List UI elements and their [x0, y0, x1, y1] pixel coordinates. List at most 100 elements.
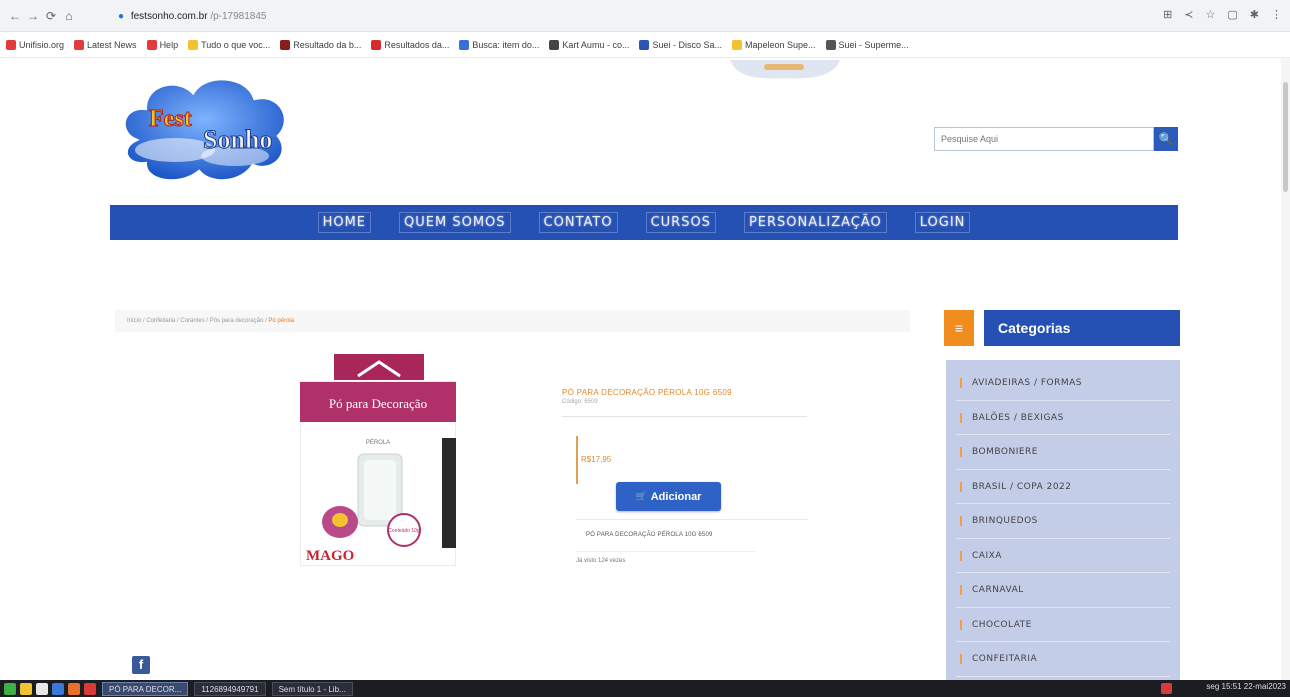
product-image-weight: Conteúdo 10g	[388, 528, 420, 534]
button-divider	[576, 519, 808, 520]
bookmark-favicon-icon	[280, 39, 291, 50]
taskbar-task[interactable]: PÓ PARA DECOR...	[102, 681, 189, 696]
bookmark-favicon-icon	[74, 39, 85, 50]
categories-menu-icon[interactable]: ≡	[944, 310, 974, 346]
bookmark-item[interactable]: Tudo o que voc...	[188, 39, 271, 50]
lock-icon: ●	[118, 11, 125, 22]
bookmark-favicon-icon	[825, 39, 836, 50]
main-navigation: HOME QUEM SOMOS CONTATO CURSOS PERSONALIZAÇÃ…	[110, 205, 1178, 240]
bookmark-label: Mapeleon Supe...	[744, 39, 816, 50]
page-scrollbar[interactable]	[1281, 58, 1290, 680]
logo-text-fest: Fest	[149, 106, 192, 132]
taskbar-clock[interactable]: seg 15:51 22-mai2023	[1206, 682, 1286, 691]
category-item[interactable]: CONFEITARIA	[956, 642, 1170, 677]
category-item[interactable]: CAIXA	[956, 539, 1170, 573]
bookmark-item[interactable]: Mapeleon Supe...	[731, 39, 816, 50]
bookmark-label: Resultado da b...	[293, 39, 362, 50]
bookmark-item[interactable]: Latest News	[74, 39, 137, 50]
site-search: 🔍	[934, 127, 1180, 151]
product-image-brand: MAGO	[306, 548, 354, 564]
category-item[interactable]: BOMBONIERE	[956, 435, 1170, 470]
top-banner-cloud	[730, 60, 840, 79]
home-icon[interactable]: ⌂	[62, 9, 76, 23]
bookmark-label: Busca: item do...	[472, 39, 540, 50]
bookmark-favicon-icon	[639, 39, 650, 50]
bookmark-item[interactable]: Kart Aumu - co...	[549, 39, 630, 50]
bookmark-item[interactable]: Busca: item do...	[459, 39, 540, 50]
search-button[interactable]: 🔍	[1154, 127, 1178, 151]
breadcrumb-path[interactable]: Início / Confeitaria / Corantes / Pós pa…	[127, 318, 267, 324]
category-item[interactable]: BRASIL / COPA 2022	[956, 470, 1170, 504]
nav-item-1[interactable]: QUEM SOMOS	[399, 212, 511, 233]
nav-item-0[interactable]: HOME	[317, 212, 372, 233]
product-code: Código: 6509	[562, 399, 598, 405]
facebook-icon[interactable]: f	[132, 656, 150, 674]
add-to-cart-button[interactable]: 🛒 Adicionar	[616, 482, 721, 511]
browser-app-icon[interactable]	[52, 682, 64, 695]
logo-text-sonho: Sonho	[203, 125, 272, 154]
product-title: PÓ PARA DECORAÇÃO PÉROLA 10G 6509	[562, 388, 732, 397]
bookmark-favicon-icon	[731, 39, 742, 50]
bookmark-item[interactable]: Resultado da b...	[280, 39, 362, 50]
bookmark-favicon-icon	[146, 39, 157, 50]
back-icon[interactable]: ←	[8, 9, 22, 23]
scrollbar-thumb[interactable]	[1283, 82, 1288, 192]
category-item[interactable]: CARNAVAL	[956, 573, 1170, 608]
bookmark-label: Tudo o que voc...	[201, 39, 271, 50]
categories-list: AVIADEIRAS / FORMAS BALÕES / BEXIGAS BOMBO…	[946, 360, 1180, 690]
category-item[interactable]: BALÕES / BEXIGAS	[956, 401, 1170, 435]
bookmark-label: Resultados da...	[384, 39, 450, 50]
os-taskbar: PÓ PARA DECOR... 1126894949791 Sem título …	[0, 680, 1290, 697]
bookmark-item[interactable]: Suei - Superme...	[825, 39, 909, 50]
festsonho-logo[interactable]: Fest Sonho	[115, 70, 293, 188]
category-item[interactable]: CHOCOLATE	[956, 608, 1170, 642]
bookmark-favicon-icon	[188, 39, 199, 50]
nav-item-4[interactable]: PERSONALIZAÇÃO	[743, 212, 887, 233]
bookmark-item[interactable]: Help	[146, 39, 179, 50]
cart-icon: 🛒	[635, 491, 647, 501]
forward-icon[interactable]: →	[26, 9, 40, 23]
tray-icon[interactable]	[1161, 683, 1172, 694]
address-bar[interactable]: ● festsonho.com.br /p-17981845	[118, 8, 1118, 25]
nav-item-5[interactable]: LOGIN	[914, 212, 971, 233]
bookmark-label: Suei - Disco Sa...	[652, 39, 722, 50]
product-description: PÓ PARA DECORAÇÃO PÉROLA 10G 6509	[586, 532, 713, 538]
breadcrumb-current: Pó pérola	[268, 318, 295, 324]
bookmark-label: Unifisio.org	[19, 39, 65, 50]
categories-title: Categorias	[984, 310, 1180, 346]
title-divider	[562, 416, 807, 417]
bookmark-item[interactable]: Resultados da...	[371, 39, 450, 50]
category-item[interactable]: BRINQUEDOS	[956, 504, 1170, 539]
bookmark-item[interactable]: Unifisio.org	[6, 39, 65, 50]
bookmark-star-icon[interactable]: ☆	[1206, 8, 1216, 25]
bookmark-label: Kart Aumu - co...	[562, 39, 630, 50]
taskbar-task[interactable]: 1126894949791	[194, 681, 266, 696]
taskbar-task[interactable]: Sem título 1 - Lib...	[271, 681, 353, 696]
tab-search-icon[interactable]: ▢	[1227, 8, 1237, 25]
nav-item-3[interactable]: CURSOS	[645, 212, 716, 233]
terminal-icon[interactable]	[36, 682, 48, 695]
share-icon[interactable]: ≺	[1184, 8, 1193, 25]
translate-icon[interactable]: ⊞	[1163, 8, 1172, 25]
start-menu-icon[interactable]	[4, 682, 16, 695]
firefox-icon[interactable]	[68, 682, 80, 695]
bookmark-favicon-icon	[549, 39, 560, 50]
files-icon[interactable]	[20, 682, 32, 695]
product-image-label: Pó para Decoração	[329, 396, 427, 411]
category-item[interactable]: AVIADEIRAS / FORMAS	[956, 366, 1170, 401]
extensions-icon[interactable]: ✱	[1250, 8, 1259, 25]
search-input[interactable]	[934, 127, 1154, 151]
bookmark-label: Help	[159, 39, 179, 50]
product-image[interactable]: Pó para Decoração PÉROLA Conteúdo 10g MA…	[300, 354, 456, 566]
reload-icon[interactable]: ⟳	[44, 9, 58, 23]
bookmark-item[interactable]: Suei - Disco Sa...	[639, 39, 722, 50]
description-divider	[576, 551, 756, 552]
product-price: R$17,95	[581, 455, 612, 464]
url-host: festsonho.com.br	[130, 11, 208, 22]
bookmark-favicon-icon	[371, 39, 382, 50]
app-icon[interactable]	[84, 682, 96, 695]
bookmark-label: Suei - Superme...	[838, 39, 909, 50]
menu-kebab-icon[interactable]: ⋮	[1271, 8, 1282, 25]
nav-item-2[interactable]: CONTATO	[538, 212, 618, 233]
bookmark-favicon-icon	[459, 39, 470, 50]
